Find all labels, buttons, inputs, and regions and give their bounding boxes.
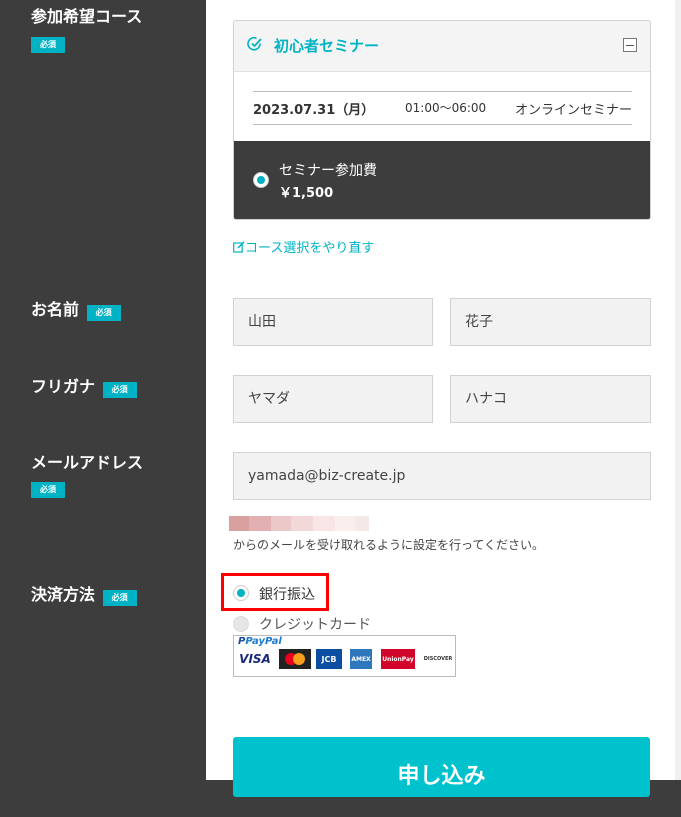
course-date: 2023.07.31（月） [253,103,375,118]
edit-icon [233,241,245,253]
required-badge: 必須 [102,382,137,398]
card-option-label[interactable]: クレジットカード [259,614,371,634]
first-name-input[interactable]: 花子 [450,298,651,346]
fee-label: セミナー参加費 [279,163,377,179]
paypal-logo: PPayPal [238,636,282,647]
required-badge: 必須 [31,37,65,53]
radio-dot-icon [237,589,245,597]
last-name-input[interactable]: 山田 [233,298,433,346]
unionpay-logo: UnionPay [381,649,415,669]
course-time: 01:00〜06:00 [405,101,487,115]
jcb-logo: JCB [316,649,342,669]
redacted-address [229,516,369,531]
visa-logo: VISA [239,652,271,666]
fee-radio[interactable] [253,172,269,188]
required-badge: 必須 [31,482,65,498]
radio-dot-icon [257,176,265,184]
check-circle-icon [247,36,262,51]
fee-value: ￥1,500 [279,186,334,201]
fee-panel[interactable]: セミナー参加費 ￥1,500 [234,141,650,219]
submit-button[interactable]: 申し込み [233,737,650,797]
page-edge [675,0,681,780]
course-title: 初心者セミナー [274,37,380,55]
course-type: オンラインセミナー [514,103,632,118]
course-card: 初心者セミナー 2023.07.31（月） 01:00〜06:00 オンラインセ… [233,20,651,220]
first-kana-input[interactable]: ハナコ [450,375,651,423]
sidebar: 参加希望コース 必須 お名前 必須 フリガナ 必須 メールアドレス 必須 決済方… [0,0,206,780]
course-label: 参加希望コース 必須 [31,7,142,53]
course-schedule: 2023.07.31（月） 01:00〜06:00 オンラインセミナー [253,91,632,125]
redo-course-link[interactable]: コース選択をやり直す [233,237,374,256]
kana-label: フリガナ 必須 [31,377,137,398]
required-badge: 必須 [102,590,137,606]
mastercard-logo [279,649,311,669]
paypal-logos: PPayPal VISA JCB AMEX UnionPay DISCOVER [233,635,456,677]
email-label: メールアドレス 必須 [31,453,143,498]
payment-label: 決済方法 必須 [31,585,137,606]
last-kana-input[interactable]: ヤマダ [233,375,433,423]
bank-option-label[interactable]: 銀行振込 [259,584,315,604]
email-note: からのメールを受け取れるように設定を行ってください。 [233,538,545,552]
card-radio[interactable] [233,616,249,632]
email-input[interactable]: yamada@biz-create.jp [233,452,651,500]
amex-logo: AMEX [350,649,372,669]
collapse-icon[interactable] [623,38,637,52]
course-header[interactable]: 初心者セミナー [234,21,650,72]
name-label: お名前 必須 [31,300,121,321]
required-badge: 必須 [86,305,121,321]
bank-radio[interactable] [233,585,249,601]
discover-logo: DISCOVER [423,656,453,662]
